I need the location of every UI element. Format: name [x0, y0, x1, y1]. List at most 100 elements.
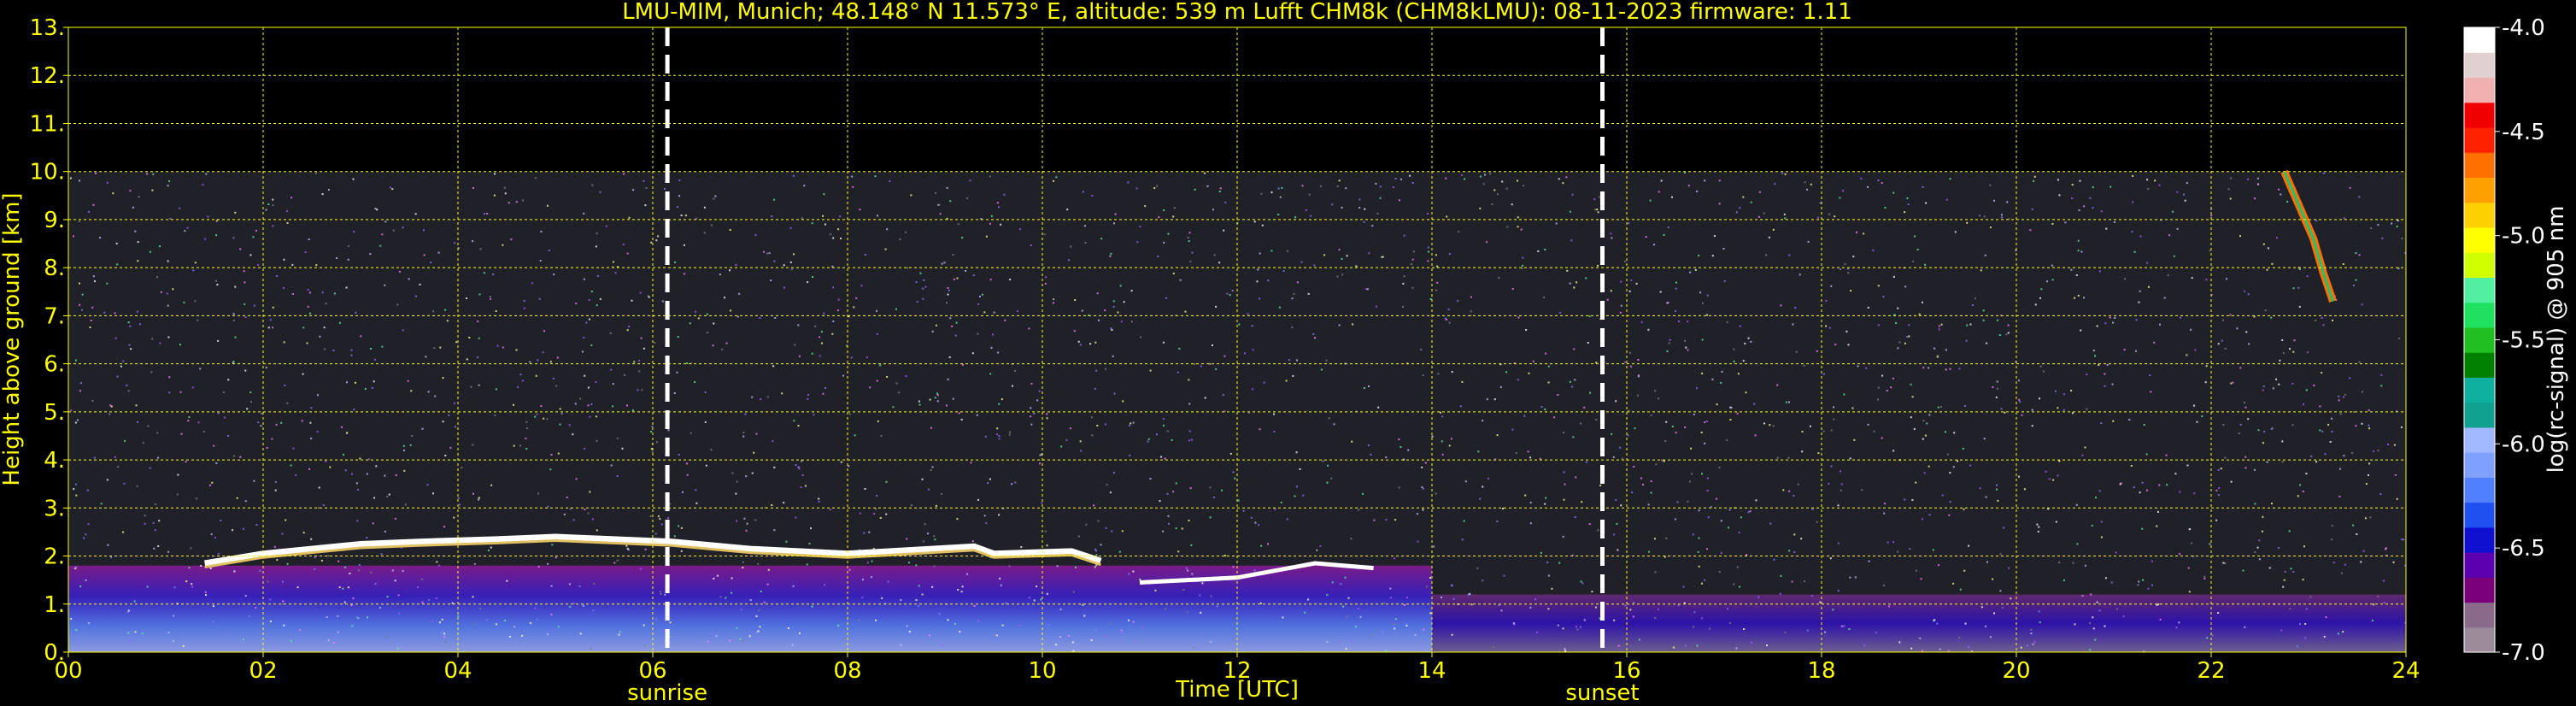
noise-dot: [1653, 538, 1656, 540]
noise-dot: [1129, 454, 1131, 456]
noise-dot: [2377, 595, 2379, 597]
noise-dot: [1496, 521, 1499, 522]
noise-dot: [1127, 181, 1130, 184]
noise-dot: [1358, 198, 1361, 201]
noise-dot: [1279, 196, 1282, 198]
noise-dot: [2253, 468, 2256, 471]
noise-dot: [253, 304, 255, 307]
noise-dot: [572, 602, 575, 604]
noise-dot: [391, 569, 394, 572]
noise-dot: [2019, 401, 2021, 403]
noise-dot: [1501, 180, 1504, 183]
noise-dot: [2005, 333, 2008, 336]
noise-dot: [1663, 234, 1665, 236]
noise-dot: [736, 480, 738, 483]
noise-dot: [2063, 409, 2065, 411]
noise-dot: [1966, 221, 1969, 224]
noise-dot: [2112, 321, 2115, 324]
noise-dot: [1610, 232, 1612, 235]
noise-dot: [680, 550, 683, 552]
noise-dot: [1082, 191, 1084, 193]
noise-dot: [1319, 545, 1322, 548]
noise-dot: [308, 238, 310, 240]
noise-dot: [547, 505, 549, 508]
noise-dot: [2158, 484, 2161, 486]
noise-dot: [2206, 637, 2209, 639]
noise-dot: [1606, 298, 1609, 301]
noise-dot: [244, 281, 246, 284]
noise-dot: [1544, 409, 1546, 410]
noise-dot: [315, 264, 318, 267]
noise-dot: [648, 296, 650, 298]
noise-dot: [1922, 185, 1924, 188]
noise-dot: [918, 585, 920, 587]
noise-dot: [1971, 304, 1974, 306]
noise-dot: [2391, 222, 2393, 225]
noise-dot: [1451, 633, 1453, 636]
noise-dot: [2191, 277, 2193, 279]
noise-dot: [410, 390, 413, 392]
noise-dot: [2083, 205, 2086, 208]
noise-dot: [581, 350, 584, 353]
noise-dot: [99, 237, 102, 239]
noise-dot: [729, 269, 731, 272]
noise-dot: [2247, 418, 2250, 421]
noise-dot: [2091, 525, 2093, 527]
noise-dot: [781, 392, 783, 395]
noise-dot: [2220, 468, 2222, 470]
noise-dot: [2146, 179, 2149, 181]
noise-dot: [1363, 221, 1365, 223]
noise-dot: [333, 292, 336, 295]
noise-dot: [1710, 506, 1712, 508]
noise-dot: [341, 426, 343, 428]
noise-dot: [1394, 557, 1396, 560]
noise-dot: [1588, 315, 1591, 318]
noise-dot: [88, 210, 90, 213]
noise-dot: [933, 535, 936, 538]
noise-dot: [613, 562, 616, 564]
noise-dot: [2003, 527, 2005, 529]
noise-dot: [1727, 608, 1728, 610]
noise-dot: [1433, 545, 1435, 548]
noise-dot: [244, 303, 246, 305]
noise-dot: [1073, 330, 1076, 332]
noise-dot: [2190, 328, 2192, 331]
noise-dot: [1209, 362, 1212, 365]
noise-dot: [2400, 426, 2403, 428]
noise-dot: [868, 531, 871, 533]
noise-dot: [1619, 446, 1622, 449]
colorbar-segment: [2464, 577, 2495, 603]
noise-dot: [472, 444, 474, 446]
noise-dot: [1769, 424, 1771, 427]
noise-dot: [285, 519, 287, 521]
noise-dot: [1563, 498, 1565, 501]
noise-dot: [1572, 436, 1575, 438]
noise-dot: [686, 362, 689, 364]
noise-dot: [2299, 623, 2301, 626]
noise-dot: [654, 650, 657, 652]
noise-dot: [941, 644, 943, 647]
noise-dot: [612, 383, 614, 385]
noise-dot: [2032, 643, 2034, 645]
noise-dot: [588, 299, 590, 301]
noise-dot: [1511, 428, 1514, 431]
noise-dot: [2258, 539, 2261, 542]
noise-dot: [122, 360, 125, 362]
noise-dot: [2343, 455, 2345, 457]
noise-dot: [1928, 514, 1931, 516]
noise-dot: [1576, 281, 1578, 284]
noise-dot: [669, 621, 672, 624]
noise-dot: [1310, 215, 1312, 217]
noise-dot: [2098, 270, 2101, 273]
noise-dot: [316, 431, 319, 433]
noise-dot: [755, 615, 758, 617]
noise-dot: [2368, 462, 2371, 465]
noise-dot: [1704, 442, 1706, 444]
noise-dot: [2138, 580, 2140, 583]
noise-dot: [349, 573, 351, 574]
noise-dot: [2331, 430, 2333, 432]
noise-dot: [479, 248, 482, 250]
noise-dot: [408, 278, 410, 280]
noise-dot: [2358, 361, 2361, 363]
noise-dot: [283, 258, 285, 261]
